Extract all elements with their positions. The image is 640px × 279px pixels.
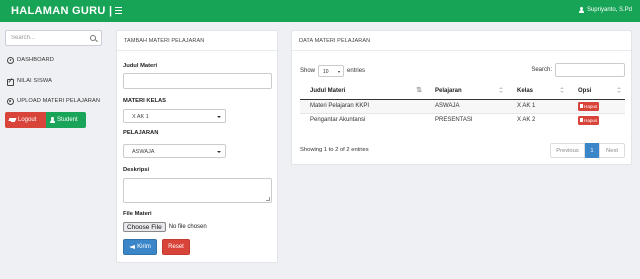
sort-icon — [617, 87, 622, 95]
table-row: Pengantar Akuntansi PRESENTASI X AK 2 Ha… — [300, 112, 625, 127]
pagination: Previous 1 Next — [550, 143, 625, 158]
choose-file-button[interactable]: Choose File — [123, 222, 166, 232]
entries-length-control: Show 10 entries — [300, 65, 365, 77]
sidebar-item-upload-materi[interactable]: UPLOAD MATERI PELAJARAN — [7, 98, 101, 105]
delete-button[interactable]: Hapus — [578, 115, 600, 125]
sidebar-item-label: DASHBOARD — [17, 57, 54, 63]
table-search: Search: — [531, 63, 625, 77]
student-button[interactable]: Student — [46, 112, 86, 128]
trash-icon — [580, 118, 583, 123]
hamburger-menu-icon[interactable] — [115, 7, 122, 14]
cell-pelajaran: PRESENTASI — [425, 112, 507, 127]
brand-title[interactable]: HALAMAN GURU | — [11, 5, 112, 17]
cell-opsi: Hapus — [568, 98, 625, 113]
sort-icon — [499, 87, 504, 95]
kelas-selected: X AK 1 — [132, 114, 149, 120]
user-menu[interactable]: Supriyanto, S.Pd — [579, 7, 632, 13]
judul-label: Judul Materi — [123, 63, 158, 69]
trash-icon — [580, 104, 583, 108]
cell-kelas: X AK 1 — [507, 98, 568, 113]
sidebar-search-input[interactable] — [6, 31, 84, 45]
dashboard-icon — [7, 57, 14, 64]
column-label: Pelajaran — [435, 87, 462, 94]
logout-label: Logout — [18, 117, 37, 123]
column-label: Judul Materi — [310, 87, 346, 94]
delete-label: Hapus — [584, 117, 598, 123]
sidebar: DASHBOARD NILAI SISWA UPLOAD MATERI PELA… — [0, 22, 107, 279]
search-icon[interactable] — [90, 35, 97, 42]
pelajaran-label: PELAJARAN — [123, 130, 159, 136]
sidebar-item-nilai-siswa[interactable]: NILAI SISWA — [7, 78, 53, 86]
sort-icon — [560, 87, 565, 95]
resize-handle-icon[interactable] — [266, 197, 270, 201]
file-label: File Materi — [123, 211, 152, 217]
add-material-panel: TAMBAH MATERI PELAJARAN Judul Materi MAT… — [116, 30, 278, 263]
column-header-opsi[interactable]: Opsi — [568, 83, 625, 100]
cell-kelas: X AK 2 — [507, 112, 568, 127]
edit-icon — [7, 78, 14, 86]
upload-icon — [7, 98, 14, 105]
kelas-label: MATERI KELAS — [123, 98, 167, 104]
reset-button[interactable]: Reset — [162, 239, 190, 255]
chevron-down-icon — [338, 71, 341, 73]
logout-button[interactable]: Logout — [5, 112, 47, 128]
user-icon — [579, 7, 585, 13]
submit-button[interactable]: Kirim — [123, 239, 157, 255]
deskripsi-textarea[interactable] — [123, 178, 272, 203]
file-status: No file chosen — [168, 224, 207, 230]
user-icon — [50, 117, 55, 123]
submit-label: Kirim — [137, 244, 151, 250]
cell-judul: Pengantar Akuntansi — [300, 112, 425, 127]
sort-ascending-icon: ⇅ — [416, 87, 422, 94]
user-name: Supriyanto, S.Pd — [586, 7, 632, 13]
entries-label: entries — [347, 68, 366, 74]
column-header-judul[interactable]: Judul Materi ⇅ — [300, 83, 425, 100]
send-icon — [129, 244, 136, 250]
page-button-current[interactable]: 1 — [585, 143, 599, 158]
show-label: Show — [300, 68, 316, 74]
cell-pelajaran: ASWAJA — [425, 98, 507, 113]
top-navbar: HALAMAN GURU | Supriyanto, S.Pd — [0, 0, 640, 22]
student-label: Student — [57, 117, 78, 123]
delete-button[interactable]: Hapus — [578, 101, 600, 111]
sidebar-search — [5, 30, 102, 46]
sidebar-item-label: NILAI SISWA — [17, 78, 53, 84]
cell-opsi: Hapus — [568, 112, 625, 127]
column-label: Kelas — [517, 87, 534, 94]
deskripsi-label: Deskripsi — [123, 167, 150, 173]
column-label: Opsi — [578, 87, 592, 94]
cell-judul: Materi Pelajaran KKPI — [300, 98, 425, 113]
table-search-input[interactable] — [555, 63, 625, 77]
material-table: Judul Materi ⇅ Pelajaran Kelas Opsi Mate… — [300, 83, 625, 127]
previous-page-button[interactable]: Previous — [550, 143, 585, 158]
table-row: Materi Pelajaran KKPI ASWAJA X AK 1 Hapu… — [300, 98, 625, 113]
sidebar-item-dashboard[interactable]: DASHBOARD — [7, 57, 54, 64]
table-header-row: Judul Materi ⇅ Pelajaran Kelas Opsi — [300, 83, 625, 100]
panel-title: TAMBAH MATERI PELAJARAN — [117, 31, 277, 51]
column-header-kelas[interactable]: Kelas — [507, 83, 568, 100]
chevron-down-icon — [217, 116, 221, 118]
chevron-down-icon — [217, 151, 221, 153]
sidebar-item-label: UPLOAD MATERI PELAJARAN — [17, 98, 101, 104]
next-page-button[interactable]: Next — [599, 143, 625, 158]
panel-title: DATA MATERI PELAJARAN — [292, 31, 631, 51]
kelas-select[interactable]: X AK 1 — [123, 109, 226, 123]
delete-label: Hapus — [584, 103, 598, 109]
pelajaran-select[interactable]: ASWAJA — [123, 144, 226, 158]
table-info: Showing 1 to 2 of 2 entries — [300, 147, 369, 153]
search-label: Search: — [531, 67, 552, 73]
entries-select[interactable]: 10 — [318, 65, 345, 77]
material-data-panel: DATA MATERI PELAJARAN Show 10 entries Se… — [291, 30, 632, 165]
column-header-pelajaran[interactable]: Pelajaran — [425, 83, 507, 100]
file-input: Choose File No file chosen — [123, 222, 207, 232]
judul-input[interactable] — [123, 73, 272, 89]
graduation-cap-icon — [9, 118, 16, 123]
pelajaran-selected: ASWAJA — [132, 149, 155, 155]
entries-value: 10 — [323, 69, 329, 75]
